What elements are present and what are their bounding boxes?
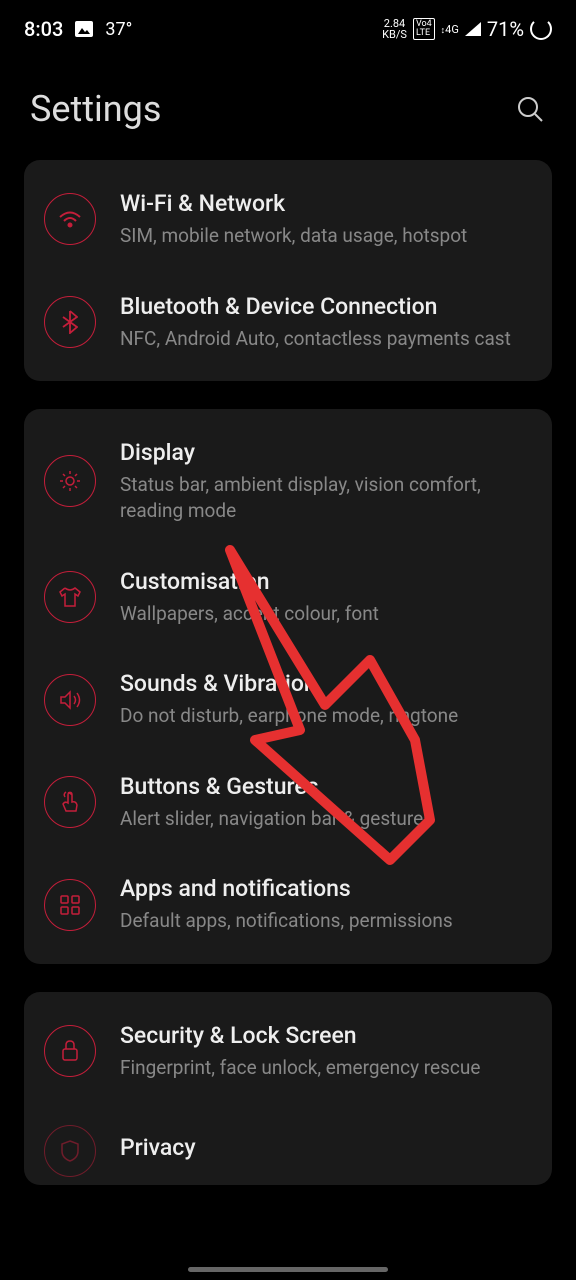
shield-icon bbox=[44, 1125, 96, 1177]
item-title: Customisation bbox=[120, 568, 532, 595]
status-bar: 8:03 37° 2.84 KB/S Vo4 LTE ↕4G 71% bbox=[0, 0, 576, 48]
item-wifi-network[interactable]: Wi-Fi & Network SIM, mobile network, dat… bbox=[24, 168, 552, 271]
item-apps-notifications[interactable]: Apps and notifications Default apps, not… bbox=[24, 853, 552, 956]
item-subtitle: Status bar, ambient display, vision comf… bbox=[120, 472, 532, 523]
item-subtitle: Default apps, notifications, permissions bbox=[120, 908, 532, 934]
battery-ring-icon bbox=[530, 18, 552, 40]
lock-icon bbox=[44, 1025, 96, 1077]
item-title: Privacy bbox=[120, 1134, 532, 1161]
signal-4g: ↕4G bbox=[441, 23, 459, 36]
item-subtitle: Alert slider, navigation bar & gestures bbox=[120, 806, 532, 832]
item-security-lock[interactable]: Security & Lock Screen Fingerprint, face… bbox=[24, 1000, 552, 1103]
touch-icon bbox=[44, 776, 96, 828]
item-title: Wi-Fi & Network bbox=[120, 190, 532, 217]
gallery-icon bbox=[75, 21, 93, 37]
item-subtitle: Wallpapers, accent colour, font bbox=[120, 601, 532, 627]
lte-badge: Vo4 LTE bbox=[413, 18, 435, 40]
status-temperature: 37° bbox=[105, 19, 132, 40]
page-header: Settings bbox=[0, 48, 576, 160]
item-title: Bluetooth & Device Connection bbox=[120, 293, 532, 320]
shirt-icon bbox=[44, 571, 96, 623]
card-connectivity: Wi-Fi & Network SIM, mobile network, dat… bbox=[24, 160, 552, 381]
wifi-icon bbox=[44, 193, 96, 245]
search-icon bbox=[515, 94, 545, 124]
item-subtitle: Do not disturb, earphone mode, ringtone bbox=[120, 703, 532, 729]
card-display-sound: Display Status bar, ambient display, vis… bbox=[24, 409, 552, 964]
item-privacy[interactable]: Privacy bbox=[24, 1103, 552, 1177]
status-right: 2.84 KB/S Vo4 LTE ↕4G 71% bbox=[382, 17, 552, 41]
battery-percentage: 71% bbox=[487, 17, 524, 41]
item-subtitle: SIM, mobile network, data usage, hotspot bbox=[120, 223, 532, 249]
item-title: Display bbox=[120, 439, 532, 466]
signal-icon bbox=[465, 22, 481, 36]
item-sounds[interactable]: Sounds & Vibration Do not disturb, earph… bbox=[24, 648, 552, 751]
item-customisation[interactable]: Customisation Wallpapers, accent colour,… bbox=[24, 546, 552, 649]
page-title: Settings bbox=[30, 88, 161, 130]
card-security: Security & Lock Screen Fingerprint, face… bbox=[24, 992, 552, 1185]
search-button[interactable] bbox=[514, 93, 546, 125]
item-subtitle: NFC, Android Auto, contactless payments … bbox=[120, 326, 532, 352]
settings-list: Wi-Fi & Network SIM, mobile network, dat… bbox=[0, 160, 576, 1185]
status-left: 8:03 37° bbox=[24, 17, 132, 41]
item-subtitle: Fingerprint, face unlock, emergency resc… bbox=[120, 1055, 532, 1081]
item-title: Sounds & Vibration bbox=[120, 670, 532, 697]
apps-icon bbox=[44, 879, 96, 931]
bluetooth-icon bbox=[44, 296, 96, 348]
item-bluetooth[interactable]: Bluetooth & Device Connection NFC, Andro… bbox=[24, 271, 552, 374]
item-title: Apps and notifications bbox=[120, 875, 532, 902]
item-buttons-gestures[interactable]: Buttons & Gestures Alert slider, navigat… bbox=[24, 751, 552, 854]
network-speed: 2.84 KB/S bbox=[382, 18, 407, 40]
brightness-icon bbox=[44, 455, 96, 507]
item-title: Buttons & Gestures bbox=[120, 773, 532, 800]
status-time: 8:03 bbox=[24, 17, 63, 41]
item-display[interactable]: Display Status bar, ambient display, vis… bbox=[24, 417, 552, 545]
navigation-handle[interactable] bbox=[188, 1267, 388, 1272]
speaker-icon bbox=[44, 674, 96, 726]
item-title: Security & Lock Screen bbox=[120, 1022, 532, 1049]
